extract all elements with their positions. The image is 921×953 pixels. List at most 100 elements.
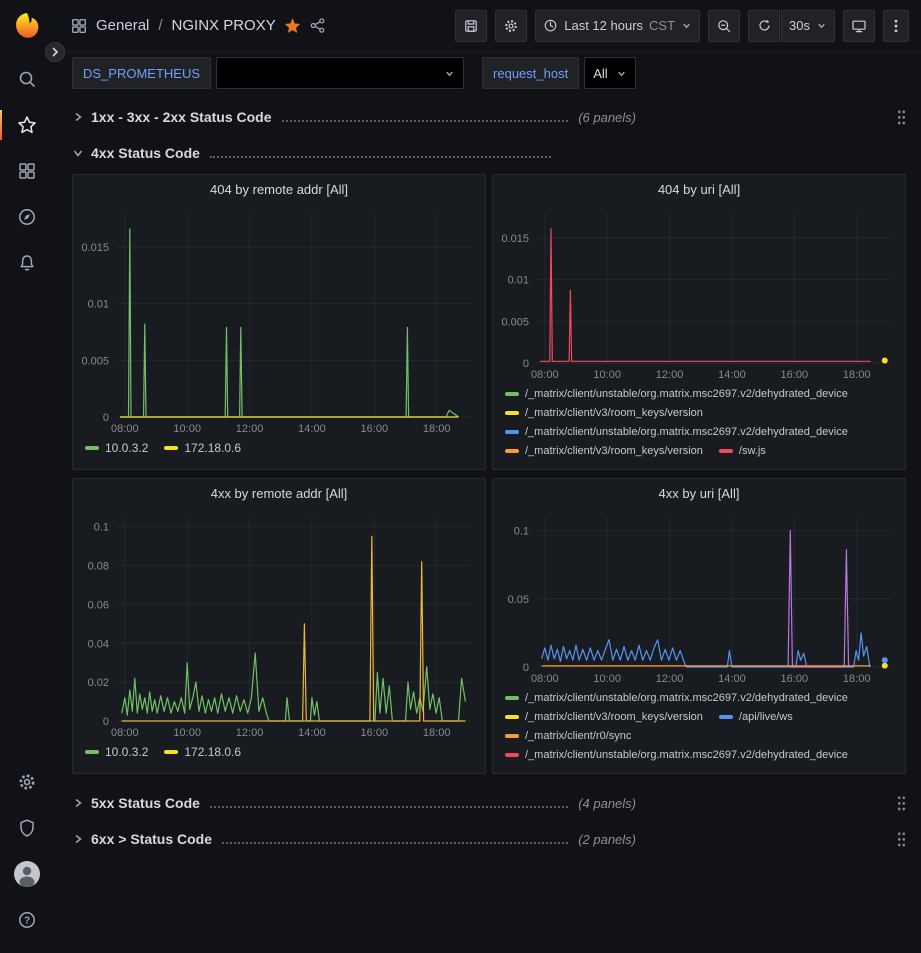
svg-text:0.02: 0.02 [88,677,109,689]
refresh-interval-value: 30s [789,18,810,33]
bell-icon [17,253,37,273]
row-header-1xx-3xx-2xx[interactable]: 1xx - 3xx - 2xx Status Code (6 panels) [72,102,906,132]
refresh-button[interactable] [748,10,780,42]
chevron-down-icon [72,147,84,159]
save-dashboard-button[interactable] [455,10,487,42]
sidebar-item-help[interactable]: ? [7,897,47,943]
panel-title[interactable]: 4xx by uri [All] [493,479,905,507]
panels-grid: 404 by remote addr [All] 08:0010:0012:00… [72,174,906,774]
sidebar-item-search[interactable] [7,56,47,102]
legend-item[interactable]: /_matrix/client/v3/room_keys/version [505,709,703,725]
navbar-actions: Last 12 hours CST [455,10,909,42]
row-drag-handle[interactable] [897,831,906,848]
chart-canvas: 08:0010:0012:0014:0016:0018:0000.0050.01… [493,203,905,383]
legend-item[interactable]: /_matrix/client/unstable/org.matrix.msc2… [505,424,848,440]
legend-label: 172.18.0.6 [184,744,241,760]
legend-swatch [719,449,733,453]
sidebar-item-settings[interactable] [7,759,47,805]
time-range-picker[interactable]: Last 12 hours CST [535,10,700,42]
sidebar-item-profile[interactable] [7,851,47,897]
legend-item[interactable]: 10.0.3.2 [85,744,148,760]
user-avatar [14,861,40,887]
legend-label: /_matrix/client/unstable/org.matrix.msc2… [525,690,848,706]
favorite-star-icon[interactable] [284,17,301,34]
row-header-5xx[interactable]: 5xx Status Code (4 panels) [72,788,906,818]
sidebar-bottom-group: ? [7,759,47,943]
share-icon[interactable] [309,17,326,34]
row-drag-handle[interactable] [897,795,906,812]
chevron-down-icon [816,20,827,31]
zoom-out-button[interactable] [708,10,740,42]
request-host-label[interactable]: request_host [482,57,579,89]
chart-4xx-by-remote-addr[interactable]: 08:0010:0012:0014:0016:0018:0000.020.040… [73,507,485,741]
svg-text:0: 0 [523,662,529,674]
legend-item[interactable]: /_matrix/client/unstable/org.matrix.msc2… [505,747,848,763]
dotted-leader [210,156,551,158]
row-drag-handle[interactable] [897,109,906,126]
svg-text:10:00: 10:00 [593,369,621,381]
legend-label: /_matrix/client/unstable/org.matrix.msc2… [525,386,848,402]
chart-4xx-by-uri[interactable]: 08:0010:0012:0014:0016:0018:0000.050.1 [493,507,905,687]
kebab-icon [889,18,903,34]
panel-title[interactable]: 404 by remote addr [All] [73,175,485,203]
legend-swatch [505,696,519,700]
request-host-select[interactable]: All [584,57,635,89]
dashboard-body: 1xx - 3xx - 2xx Status Code (6 panels) 4… [54,98,921,854]
request-host-variable: request_host All [482,57,636,89]
legend-item[interactable]: 172.18.0.6 [164,440,241,456]
legend-item[interactable]: /api/live/ws [719,709,793,725]
cycle-view-mode-button[interactable] [843,10,875,42]
row-header-6xx[interactable]: 6xx > Status Code (2 panels) [72,824,906,854]
sidebar-item-server-admin[interactable] [7,805,47,851]
legend-item[interactable]: /_matrix/client/v3/room_keys/version [505,443,703,459]
chevron-right-icon [50,47,60,57]
legend-label: /_matrix/client/v3/room_keys/version [525,709,703,725]
sidebar-item-alerting[interactable] [7,240,47,286]
refresh-interval-select[interactable]: 30s [781,10,835,42]
legend-swatch [505,753,519,757]
dashboard-title[interactable]: NGINX PROXY [172,17,276,34]
legend-item[interactable]: /sw.js [719,443,766,459]
svg-text:18:00: 18:00 [423,727,451,739]
kebab-menu-button[interactable] [883,10,909,42]
sidebar-item-starred[interactable] [7,102,47,148]
sidebar-item-explore[interactable] [7,194,47,240]
sidebar-item-dashboards[interactable] [7,148,47,194]
chart-404-by-uri[interactable]: 08:0010:0012:0014:0016:0018:0000.0050.01… [493,203,905,383]
dashboard-settings-button[interactable] [495,10,527,42]
chevron-down-icon [616,68,627,79]
svg-text:08:00: 08:00 [531,673,559,685]
panel-title[interactable]: 4xx by remote addr [All] [73,479,485,507]
svg-text:0: 0 [103,716,109,728]
svg-text:10:00: 10:00 [173,423,201,435]
request-host-value: All [593,66,607,81]
legend-item[interactable]: /_matrix/client/r0/sync [505,728,631,744]
main-area: General / NGINX PROXY [54,0,921,953]
svg-text:0.01: 0.01 [508,275,529,287]
legend-item[interactable]: 172.18.0.6 [164,744,241,760]
legend-swatch [164,446,178,450]
legend-item[interactable]: 10.0.3.2 [85,440,148,456]
svg-text:10:00: 10:00 [173,727,201,739]
sidebar-expand-button[interactable] [45,42,65,62]
grafana-logo[interactable] [9,8,45,44]
svg-text:12:00: 12:00 [656,369,684,381]
svg-text:14:00: 14:00 [718,673,746,685]
legend-swatch [505,411,519,415]
legend-item[interactable]: /_matrix/client/unstable/org.matrix.msc2… [505,690,848,706]
chevron-right-icon [72,833,84,845]
panel-title[interactable]: 404 by uri [All] [493,175,905,203]
row-header-4xx[interactable]: 4xx Status Code [72,138,906,168]
legend-item[interactable]: /_matrix/client/v3/room_keys/version [505,405,703,421]
refresh-icon [757,18,772,33]
datasource-select[interactable] [216,57,464,89]
chevron-down-icon [681,20,692,31]
breadcrumb-section[interactable]: General [96,17,149,34]
datasource-label[interactable]: DS_PROMETHEUS [72,57,211,89]
svg-text:0.015: 0.015 [501,233,529,245]
legend-label: 10.0.3.2 [105,440,148,456]
legend-item[interactable]: /_matrix/client/unstable/org.matrix.msc2… [505,386,848,402]
chart-404-by-remote-addr[interactable]: 08:0010:0012:0014:0016:0018:0000.0050.01… [73,203,485,437]
panel-count: (6 panels) [578,110,636,125]
svg-text:18:00: 18:00 [843,369,871,381]
